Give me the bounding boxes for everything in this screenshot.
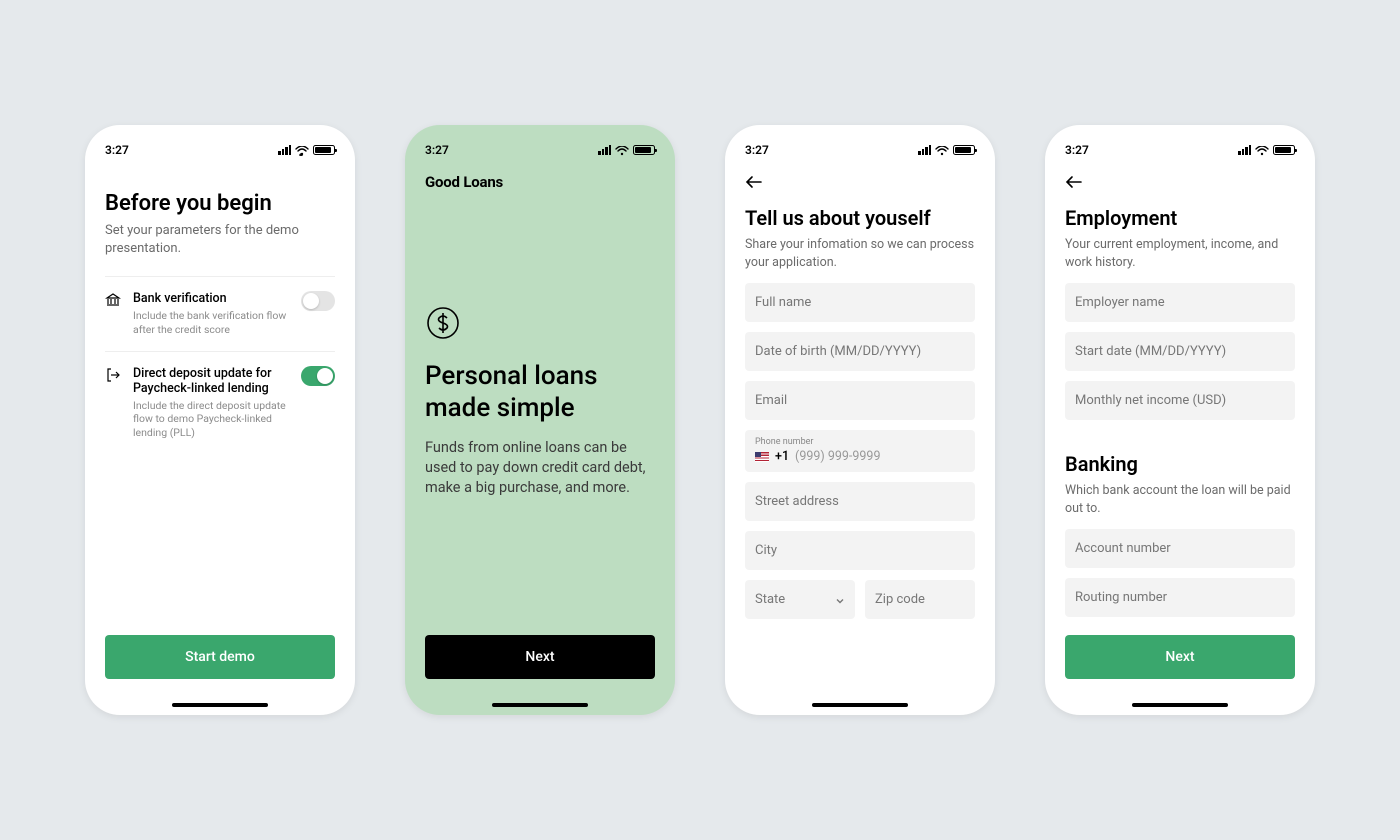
- home-indicator: [812, 703, 908, 707]
- back-button[interactable]: [745, 173, 975, 194]
- deposit-icon: [105, 367, 121, 383]
- phone-prefix: +1: [775, 449, 789, 464]
- banking-subtitle: Which bank account the loan will be paid…: [1065, 482, 1295, 517]
- phone-screen-employment: 3:27 Employment Your current employment,…: [1045, 125, 1315, 715]
- chevron-down-icon: [835, 595, 845, 605]
- hero-headline: Personal loans made simple: [425, 361, 655, 423]
- status-time: 3:27: [105, 143, 129, 157]
- status-icons: [1238, 145, 1295, 155]
- toggle-bank-verification[interactable]: [301, 291, 335, 311]
- status-icons: [598, 145, 655, 155]
- status-time: 3:27: [745, 143, 769, 157]
- option-title: Direct deposit update for Paycheck-linke…: [133, 366, 289, 396]
- home-indicator: [492, 703, 588, 707]
- employer-field[interactable]: Employer name: [1065, 283, 1295, 322]
- wifi-icon: [1255, 145, 1269, 155]
- next-button[interactable]: Next: [425, 635, 655, 679]
- start-date-field[interactable]: Start date (MM/DD/YYYY): [1065, 332, 1295, 371]
- home-indicator: [1132, 703, 1228, 707]
- routing-number-field[interactable]: Routing number: [1065, 578, 1295, 617]
- status-bar: 3:27: [1065, 141, 1295, 159]
- dob-field[interactable]: Date of birth (MM/DD/YYYY): [745, 332, 975, 371]
- brand-logo: Good Loans: [425, 173, 655, 191]
- option-direct-deposit: Direct deposit update for Paycheck-linke…: [105, 351, 335, 454]
- banking-title: Banking: [1065, 452, 1295, 476]
- city-field[interactable]: City: [745, 531, 975, 570]
- battery-icon: [633, 145, 655, 155]
- employment-subtitle: Your current employment, income, and wor…: [1065, 236, 1295, 271]
- option-title: Bank verification: [133, 291, 289, 306]
- phone-placeholder: (999) 999-9999: [795, 449, 880, 464]
- account-number-field[interactable]: Account number: [1065, 529, 1295, 568]
- phone-field-label: Phone number: [755, 437, 965, 447]
- status-icons: [278, 145, 335, 155]
- page-subtitle: Share your infomation so we can process …: [745, 236, 975, 271]
- wifi-icon: [615, 145, 629, 155]
- wifi-icon: [295, 145, 309, 155]
- employment-title: Employment: [1065, 206, 1295, 230]
- status-bar: 3:27: [425, 141, 655, 159]
- back-button[interactable]: [1065, 173, 1295, 194]
- next-button[interactable]: Next: [1065, 635, 1295, 679]
- status-bar: 3:27: [745, 141, 975, 159]
- email-field[interactable]: Email: [745, 381, 975, 420]
- page-title: Tell us about youself: [745, 206, 975, 230]
- option-desc: Include the direct deposit update flow t…: [133, 399, 289, 440]
- wifi-icon: [935, 145, 949, 155]
- status-time: 3:27: [1065, 143, 1089, 157]
- income-field[interactable]: Monthly net income (USD): [1065, 381, 1295, 420]
- dollar-coin-icon: [425, 305, 655, 345]
- battery-icon: [1273, 145, 1295, 155]
- state-field[interactable]: State: [745, 580, 855, 619]
- bank-icon: [105, 292, 121, 308]
- status-bar: 3:27: [105, 141, 335, 159]
- street-field[interactable]: Street address: [745, 482, 975, 521]
- phone-screen-about-you: 3:27 Tell us about youself Share your in…: [725, 125, 995, 715]
- option-desc: Include the bank verification flow after…: [133, 309, 289, 336]
- signal-icon: [1238, 145, 1251, 155]
- home-indicator: [172, 703, 268, 707]
- hero-description: Funds from online loans can be used to p…: [425, 438, 655, 499]
- battery-icon: [313, 145, 335, 155]
- page-subtitle: Set your parameters for the demo present…: [105, 222, 335, 258]
- phone-screen-before-you-begin: 3:27 Before you begin Set your parameter…: [85, 125, 355, 715]
- toggle-direct-deposit[interactable]: [301, 366, 335, 386]
- us-flag-icon: [755, 452, 769, 462]
- zip-field[interactable]: Zip code: [865, 580, 975, 619]
- signal-icon: [598, 145, 611, 155]
- phone-screen-landing: 3:27 Good Loans Personal loans made simp…: [405, 125, 675, 715]
- option-bank-verification: Bank verification Include the bank verif…: [105, 276, 335, 350]
- signal-icon: [278, 145, 291, 155]
- phone-field[interactable]: Phone number +1 (999) 999-9999: [745, 430, 975, 472]
- state-label: State: [755, 592, 785, 607]
- status-icons: [918, 145, 975, 155]
- full-name-field[interactable]: Full name: [745, 283, 975, 322]
- battery-icon: [953, 145, 975, 155]
- start-demo-button[interactable]: Start demo: [105, 635, 335, 679]
- status-time: 3:27: [425, 143, 449, 157]
- page-title: Before you begin: [105, 191, 335, 216]
- signal-icon: [918, 145, 931, 155]
